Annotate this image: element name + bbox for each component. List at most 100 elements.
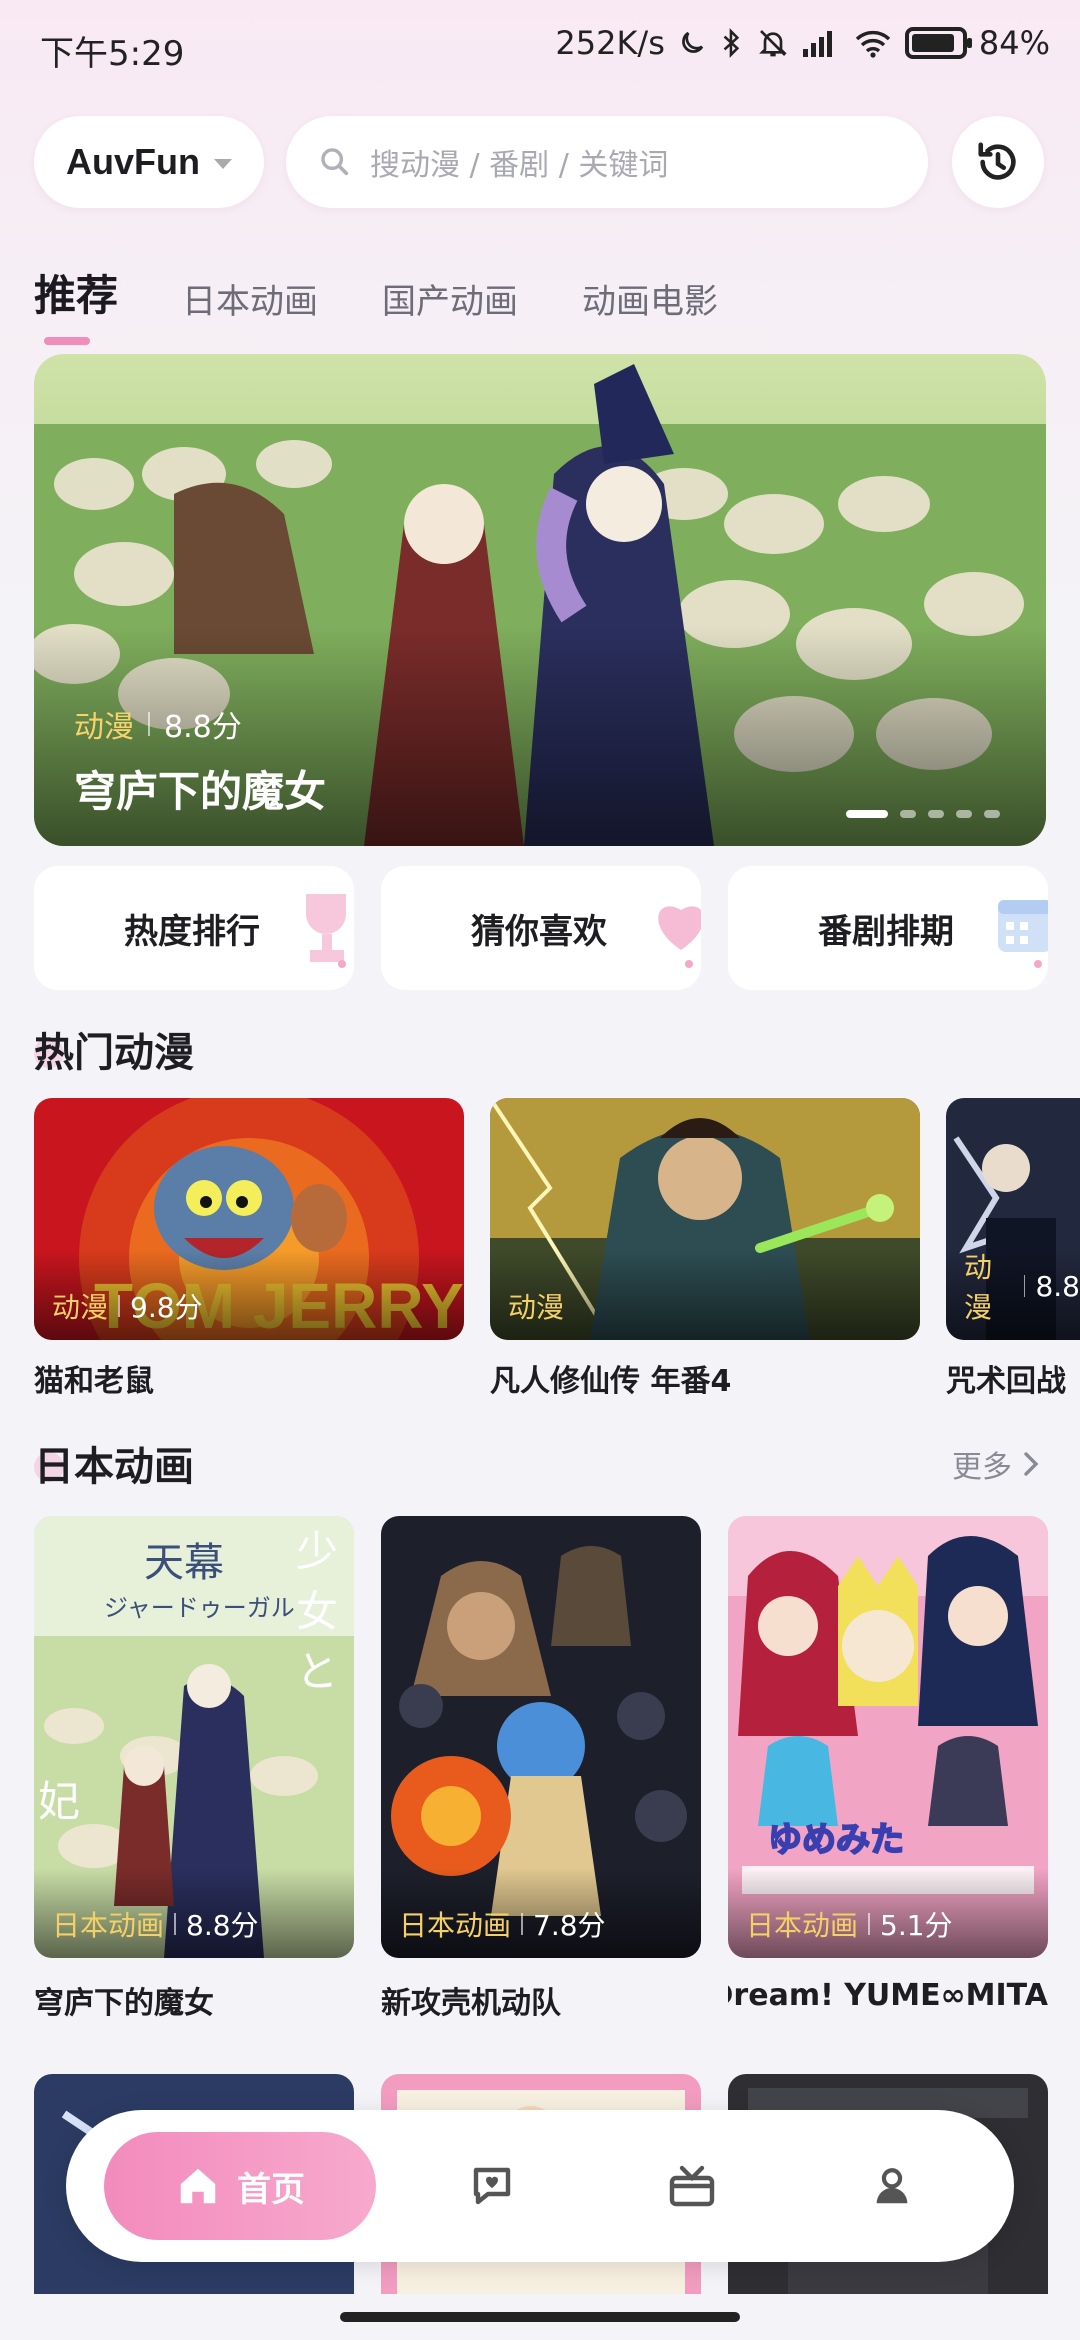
banner-title: 穹庐下的魔女 xyxy=(74,767,327,816)
history-button[interactable] xyxy=(952,116,1044,208)
pager-dot[interactable] xyxy=(846,810,888,818)
card-score: 5.1分 xyxy=(880,1909,953,1942)
japan-card-witch[interactable]: 天幕 ジャードゥーガル 少 女 と 妃 日本动画 8.8分 xyxy=(34,1516,354,1958)
pager-dot[interactable] xyxy=(984,810,1000,818)
card-category: 日本动画 xyxy=(399,1909,512,1942)
wifi-icon xyxy=(855,30,891,58)
tab-recommend[interactable]: 推荐 xyxy=(34,262,118,345)
nav-home-label: 首页 xyxy=(237,2169,305,2210)
japan-more-link[interactable]: 更多 xyxy=(952,1442,1040,1486)
svg-text:妃: 妃 xyxy=(38,1777,80,1826)
card-category: 日本动画 xyxy=(52,1909,165,1942)
card-badge: 日本动画 5.1分 xyxy=(746,1904,953,1944)
search-icon xyxy=(321,148,349,176)
quick-link-hot-ranking[interactable]: 热度排行 xyxy=(34,866,354,990)
hot-card-mortal-cultivation[interactable]: 动漫 xyxy=(490,1098,920,1340)
quick-link-schedule[interactable]: 番剧排期 xyxy=(728,866,1048,990)
svg-text:女: 女 xyxy=(296,1587,338,1636)
card-category: 日本动画 xyxy=(746,1909,859,1942)
more-label: 更多 xyxy=(952,1450,1012,1485)
card-score: 8.8分 xyxy=(186,1909,259,1942)
banner-meta: 动漫 8.8分 xyxy=(74,702,242,746)
hero-banner[interactable]: 动漫 8.8分 穹庐下的魔女 xyxy=(34,354,1046,846)
banner-score: 8.8分 xyxy=(164,710,242,745)
tab-anime-movie[interactable]: 动画电影 xyxy=(582,274,718,323)
pager-dot[interactable] xyxy=(956,810,972,818)
signal-icon xyxy=(802,31,832,57)
japan-card-title[interactable]: 新攻壳机动队 xyxy=(381,1978,701,2022)
quick-link-label: 番剧排期 xyxy=(818,911,954,952)
card-badge: 动漫 xyxy=(508,1286,564,1326)
net-speed: 252K/s xyxy=(555,24,665,62)
app-switcher-button[interactable]: AuvFun xyxy=(34,116,264,208)
hot-card-jujutsu[interactable]: 动漫 8.8 xyxy=(946,1098,1080,1340)
pager-dot[interactable] xyxy=(928,810,944,818)
japan-card-yumemita[interactable]: ゆめみた 日本动画 5.1分 xyxy=(728,1516,1048,1958)
quick-link-label: 热度排行 xyxy=(124,911,260,952)
pager-dot[interactable] xyxy=(900,810,916,818)
badge-divider xyxy=(174,1913,177,1935)
japan-card-title[interactable]: 穹庐下的魔女 xyxy=(34,1978,354,2022)
status-bar: 下午5:29 252K/s 84% xyxy=(0,0,1080,96)
badge-divider xyxy=(868,1913,871,1935)
caret-down-icon xyxy=(213,159,232,169)
bluetooth-icon xyxy=(723,28,740,58)
nav-gift-button[interactable] xyxy=(664,2158,720,2214)
svg-text:と: と xyxy=(296,1647,338,1696)
gesture-home-bar[interactable] xyxy=(340,2312,740,2322)
category-tabs: 推荐 日本动画 国产动画 动画电影 xyxy=(34,262,718,345)
hot-card-title[interactable]: 猫和老鼠 xyxy=(34,1356,154,1400)
home-icon xyxy=(180,2168,216,2204)
svg-text:ジャードゥーガル: ジャードゥーガル xyxy=(104,1594,295,1622)
japan-card-ghost-shell[interactable]: 日本动画 7.8分 xyxy=(381,1516,701,1958)
bottom-nav: 首页 xyxy=(66,2110,1014,2262)
heart-icon xyxy=(658,906,701,968)
hot-card-title[interactable]: 咒术回战 xyxy=(946,1356,1080,1400)
badge-divider xyxy=(521,1913,524,1935)
japan-card-title[interactable]: Dream! YUME∞MITA xyxy=(728,1978,1048,2013)
banner-divider xyxy=(148,712,150,736)
japan-card-title-text: Dream! YUME∞MITA xyxy=(728,1978,1048,2013)
nav-profile-button[interactable] xyxy=(864,2158,920,2214)
card-badge: 日本动画 7.8分 xyxy=(399,1904,606,1944)
svg-text:ゆめみた: ゆめみた xyxy=(768,1821,904,1859)
badge-divider xyxy=(118,1295,121,1317)
gift-icon xyxy=(669,2165,715,2207)
card-score: 7.8分 xyxy=(533,1909,606,1942)
card-category: 动漫 xyxy=(964,1251,993,1324)
profile-icon xyxy=(876,2168,908,2204)
card-score: 9.8分 xyxy=(130,1291,203,1324)
tab-china-anime[interactable]: 国产动画 xyxy=(382,274,518,323)
svg-text:少: 少 xyxy=(296,1527,338,1576)
app-name: AuvFun xyxy=(66,141,200,182)
tab-japan-anime[interactable]: 日本动画 xyxy=(182,274,318,323)
history-icon xyxy=(978,142,1016,180)
hot-card-title[interactable]: 凡人修仙传 年番4 xyxy=(490,1356,731,1400)
mute-bell-icon xyxy=(758,30,787,57)
quick-link-label: 猜你喜欢 xyxy=(471,911,607,952)
card-category: 动漫 xyxy=(508,1291,565,1324)
svg-text:天幕: 天幕 xyxy=(144,1540,224,1586)
card-badge: 动漫 8.8 xyxy=(964,1246,1080,1326)
status-time: 下午5:29 xyxy=(40,34,185,74)
status-icons: 252K/s 84% xyxy=(555,24,1050,62)
card-badge: 动漫 9.8分 xyxy=(52,1286,203,1326)
nav-community-button[interactable] xyxy=(464,2158,520,2214)
card-badge: 日本动画 8.8分 xyxy=(52,1904,259,1944)
banner-pager xyxy=(846,810,1000,818)
search-input[interactable]: 搜动漫 / 番剧 / 关键词 xyxy=(286,116,928,208)
japan-section-title: 日本动画 xyxy=(34,1434,194,1492)
card-score: 8.8 xyxy=(1035,1269,1080,1303)
chat-icon xyxy=(473,2167,511,2205)
battery-percent: 84% xyxy=(978,24,1050,62)
moon-icon xyxy=(681,31,704,53)
hot-card-tom-jerry[interactable]: TOM JERRY 动漫 9.8分 xyxy=(34,1098,464,1340)
trophy-icon xyxy=(306,894,346,968)
badge-divider xyxy=(1023,1275,1026,1297)
calendar-icon xyxy=(998,900,1048,968)
battery-icon xyxy=(904,27,972,59)
search-placeholder: 搜动漫 / 番剧 / 关键词 xyxy=(370,148,669,183)
chevron-right-icon xyxy=(1024,1452,1039,1476)
quick-link-guess-you-like[interactable]: 猜你喜欢 xyxy=(381,866,701,990)
nav-home-button[interactable]: 首页 xyxy=(104,2132,376,2240)
